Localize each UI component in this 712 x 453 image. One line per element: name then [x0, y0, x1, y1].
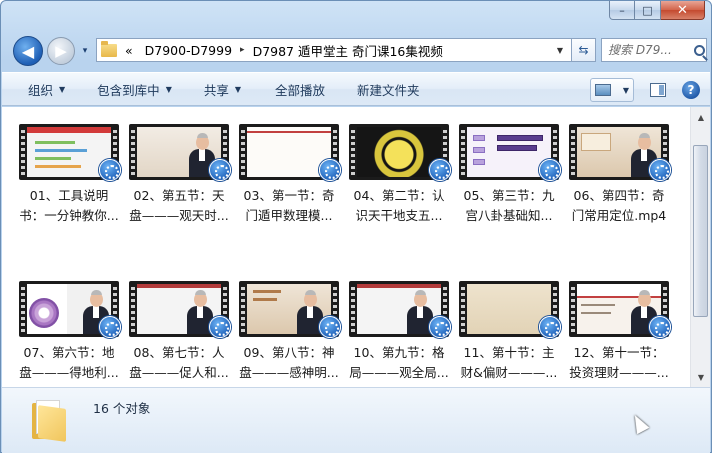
change-view-button[interactable]: ▼ [590, 78, 634, 102]
media-player-icon [429, 159, 451, 181]
media-player-icon [649, 159, 671, 181]
vertical-scrollbar[interactable]: ▲ ▼ [690, 107, 710, 387]
share-label: 共享 [203, 82, 229, 98]
media-player-icon [539, 159, 561, 181]
view-controls: ▼ ? [590, 78, 710, 102]
chevron-down-icon[interactable]: ▼ [623, 86, 629, 95]
file-name: 03、第一节：奇 门遁甲数理模... [243, 188, 335, 223]
folder-icon [30, 399, 70, 442]
close-button[interactable]: ✕ [661, 1, 705, 20]
breadcrumb-item-parent[interactable]: D7900-D7999 [145, 43, 232, 58]
search-box[interactable] [601, 38, 707, 62]
media-player-icon [649, 316, 671, 338]
recent-pages-dropdown[interactable]: ▾ [79, 41, 91, 61]
media-player-icon [429, 316, 451, 338]
explorer-window: – □ ✕ ◀ ▶ ▾ « D7900-D7999 ▸ D7987 遁甲堂主 奇… [0, 0, 712, 453]
media-player-icon [99, 316, 121, 338]
file-name: 02、第五节：天 盘———观天时... [129, 188, 229, 223]
search-input[interactable] [608, 43, 692, 57]
media-player-icon [319, 316, 341, 338]
minimize-button[interactable]: – [609, 1, 635, 20]
new-folder-button[interactable]: 新建文件夹 [339, 77, 434, 101]
play-all-label: 全部播放 [275, 82, 326, 98]
chevron-down-icon: ▼ [59, 84, 66, 94]
help-icon[interactable]: ? [682, 81, 700, 99]
chevron-down-icon: ▼ [234, 84, 242, 94]
media-player-icon [209, 316, 231, 338]
media-player-icon [209, 159, 231, 181]
organize-label: 组织 [28, 82, 54, 98]
scrollbar-thumb[interactable] [693, 145, 708, 317]
new-folder-label: 新建文件夹 [357, 82, 420, 98]
file-name: 11、第十节：主 财&偏财———... [460, 345, 558, 380]
address-bar[interactable]: « D7900-D7999 ▸ D7987 遁甲堂主 奇门课16集视频 ▼ [96, 38, 572, 62]
share-menu[interactable]: 共享 ▼ [186, 77, 255, 101]
command-toolbar: 组织 ▼ 包含到库中 ▼ 共享 ▼ 全部播放 新建文件夹 ▼ ? [2, 72, 710, 106]
play-all-button[interactable]: 全部播放 [255, 77, 339, 101]
include-in-library-label: 包含到库中 [97, 82, 160, 98]
file-name: 09、第八节：神 盘———感神明... [239, 345, 339, 380]
chevron-down-icon: ▼ [165, 84, 172, 94]
file-list[interactable]: 01、工具说明 书：一分钟教你... 02、第五节：天 盘———观天时... 0… [2, 107, 690, 387]
file-name: 05、第三节：九 宫八卦基础知... [463, 188, 555, 223]
navigation-bar: ◀ ▶ ▾ « D7900-D7999 ▸ D7987 遁甲堂主 奇门课16集视… [1, 27, 711, 71]
folder-icon [101, 40, 117, 57]
view-icon [595, 84, 611, 96]
file-name: 07、第六节：地 盘———得地利... [19, 345, 119, 380]
organize-menu[interactable]: 组织 ▼ [2, 77, 79, 101]
file-name: 04、第二节：认 识天干地支五... [353, 188, 445, 223]
media-player-icon [319, 159, 341, 181]
media-player-icon [539, 316, 561, 338]
maximize-button[interactable]: □ [635, 1, 661, 20]
file-name: 08、第七节：人 盘———促人和... [129, 345, 229, 380]
file-name: 01、工具说明 书：一分钟教你... [19, 188, 119, 223]
file-name: 10、第九节：格 局———观全局... [349, 345, 449, 380]
caption-buttons: – □ ✕ [609, 1, 705, 21]
file-name: 12、第十一节： 投资理财———... [569, 345, 669, 380]
back-button[interactable]: ◀ [13, 36, 43, 66]
file-name: 06、第四节：奇 门常用定位.mp4 [571, 188, 667, 223]
preview-pane-icon[interactable] [650, 83, 666, 97]
scroll-up-icon[interactable]: ▲ [694, 110, 708, 124]
include-in-library-menu[interactable]: 包含到库中 ▼ [79, 77, 186, 101]
search-icon[interactable] [694, 44, 705, 56]
item-count: 16 个对象 [93, 401, 151, 416]
address-dropdown-button[interactable]: ▼ [553, 39, 567, 61]
forward-button[interactable]: ▶ [47, 37, 75, 65]
scroll-down-icon[interactable]: ▼ [694, 370, 708, 384]
details-pane: 16 个对象 [2, 387, 710, 453]
mouse-cursor-icon [628, 411, 650, 435]
media-player-icon [99, 159, 121, 181]
breadcrumb-overflow[interactable]: « [125, 43, 133, 58]
breadcrumb-separator-icon[interactable]: ▸ [240, 45, 245, 55]
breadcrumb: « D7900-D7999 ▸ D7987 遁甲堂主 奇门课16集视频 [125, 41, 443, 60]
refresh-button[interactable]: ⇆ [572, 38, 596, 62]
breadcrumb-item-current[interactable]: D7987 遁甲堂主 奇门课16集视频 [253, 41, 443, 60]
